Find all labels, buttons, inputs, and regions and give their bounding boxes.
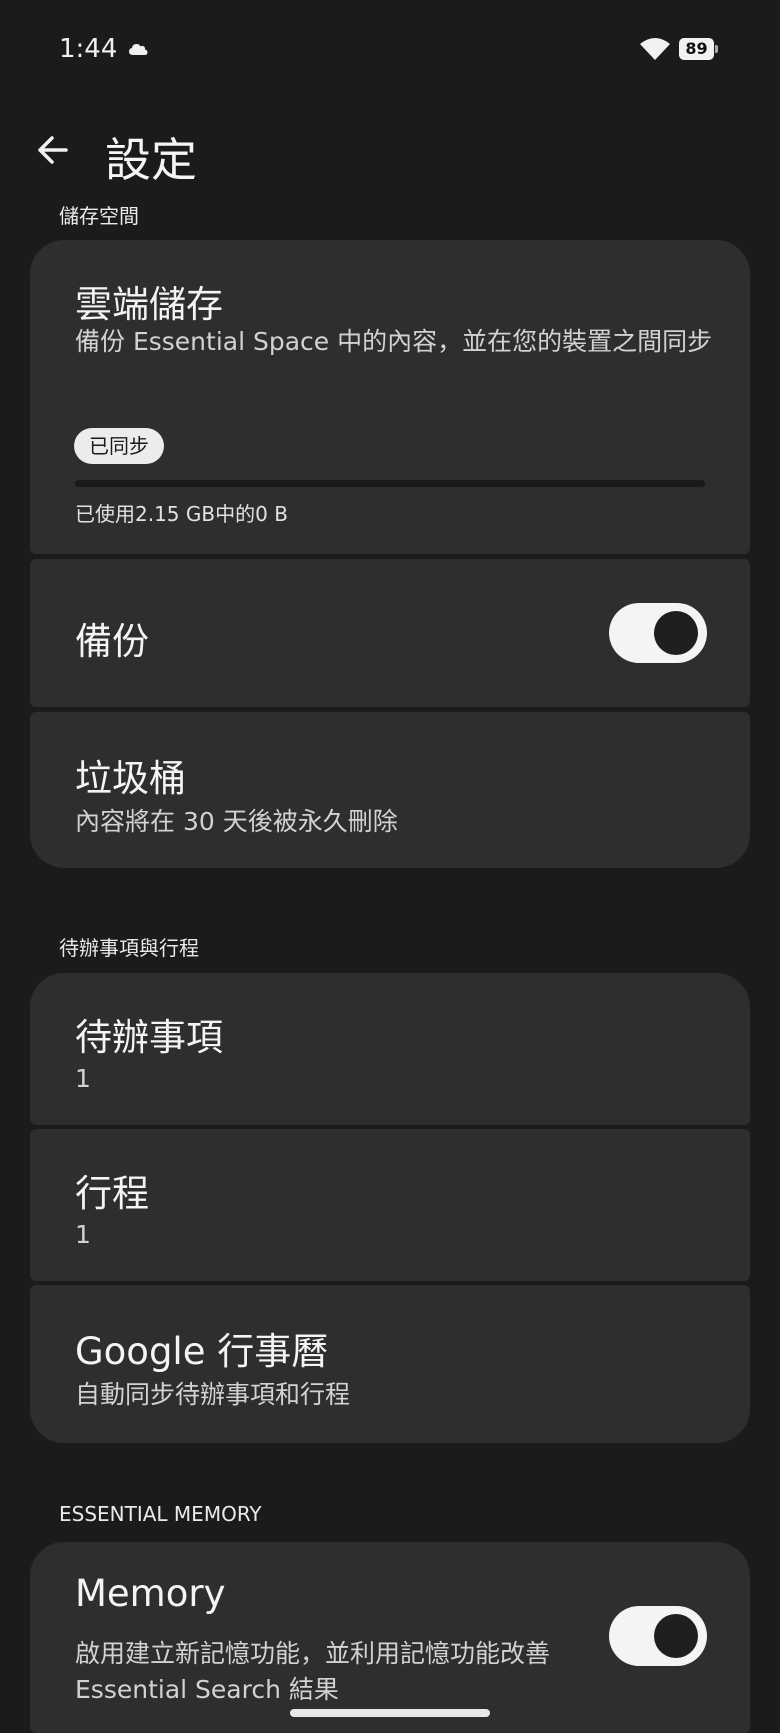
google-calendar-row[interactable]: Google 行事曆 自動同步待辦事項和行程 [30,1285,750,1443]
backup-toggle[interactable] [609,603,707,663]
section-header-todo: 待辦事項與行程 [59,936,199,960]
section-header-memory: ESSENTIAL MEMORY [59,1502,262,1526]
cloud-storage-subtitle: 備份 Essential Space 中的內容，並在您的裝置之間同步 [75,327,713,356]
memory-row[interactable]: Memory 啟用建立新記憶功能，並利用記憶功能改善 Essential Sea… [30,1542,750,1733]
cloud-storage-card[interactable]: 雲端儲存 備份 Essential Space 中的內容，並在您的裝置之間同步 … [30,240,750,554]
google-calendar-title: Google 行事曆 [75,1330,329,1373]
backup-row[interactable]: 備份 [30,559,750,707]
storage-usage-text: 已使用2.15 GB中的0 B [75,502,288,526]
arrow-left-icon[interactable] [32,130,72,170]
home-indicator[interactable] [290,1709,490,1717]
backup-title: 備份 [75,620,149,663]
status-time: 1:44 [59,34,118,64]
trash-title: 垃圾桶 [75,757,186,800]
schedule-count: 1 [75,1220,91,1249]
memory-toggle[interactable] [609,1606,707,1666]
cloud-icon [129,44,148,55]
cloud-storage-title: 雲端儲存 [75,283,223,326]
todos-row[interactable]: 待辦事項 1 [30,973,750,1125]
todos-count: 1 [75,1064,91,1093]
battery-nub [715,45,718,53]
battery-icon: 89 [679,38,719,60]
schedule-title: 行程 [75,1172,149,1215]
memory-toggle-knob [654,1614,698,1658]
sync-status-badge: 已同步 [74,428,164,464]
page-title: 設定 [105,133,197,187]
todos-title: 待辦事項 [75,1016,223,1059]
status-bar: 1:44 89 [0,0,780,100]
schedule-row[interactable]: 行程 1 [30,1129,750,1281]
trash-row[interactable]: 垃圾桶 內容將在 30 天後被永久刪除 [30,712,750,868]
trash-subtitle: 內容將在 30 天後被永久刪除 [75,807,398,836]
memory-title: Memory [75,1572,226,1615]
battery-level: 89 [679,38,714,60]
wifi-icon [640,38,670,60]
memory-subtitle: 啟用建立新記憶功能，並利用記憶功能改善 Essential Search 結果 [75,1639,551,1704]
storage-progress-bar [75,480,705,487]
section-header-storage: 儲存空間 [59,204,139,228]
google-calendar-subtitle: 自動同步待辦事項和行程 [75,1380,351,1409]
backup-toggle-knob [654,611,698,655]
